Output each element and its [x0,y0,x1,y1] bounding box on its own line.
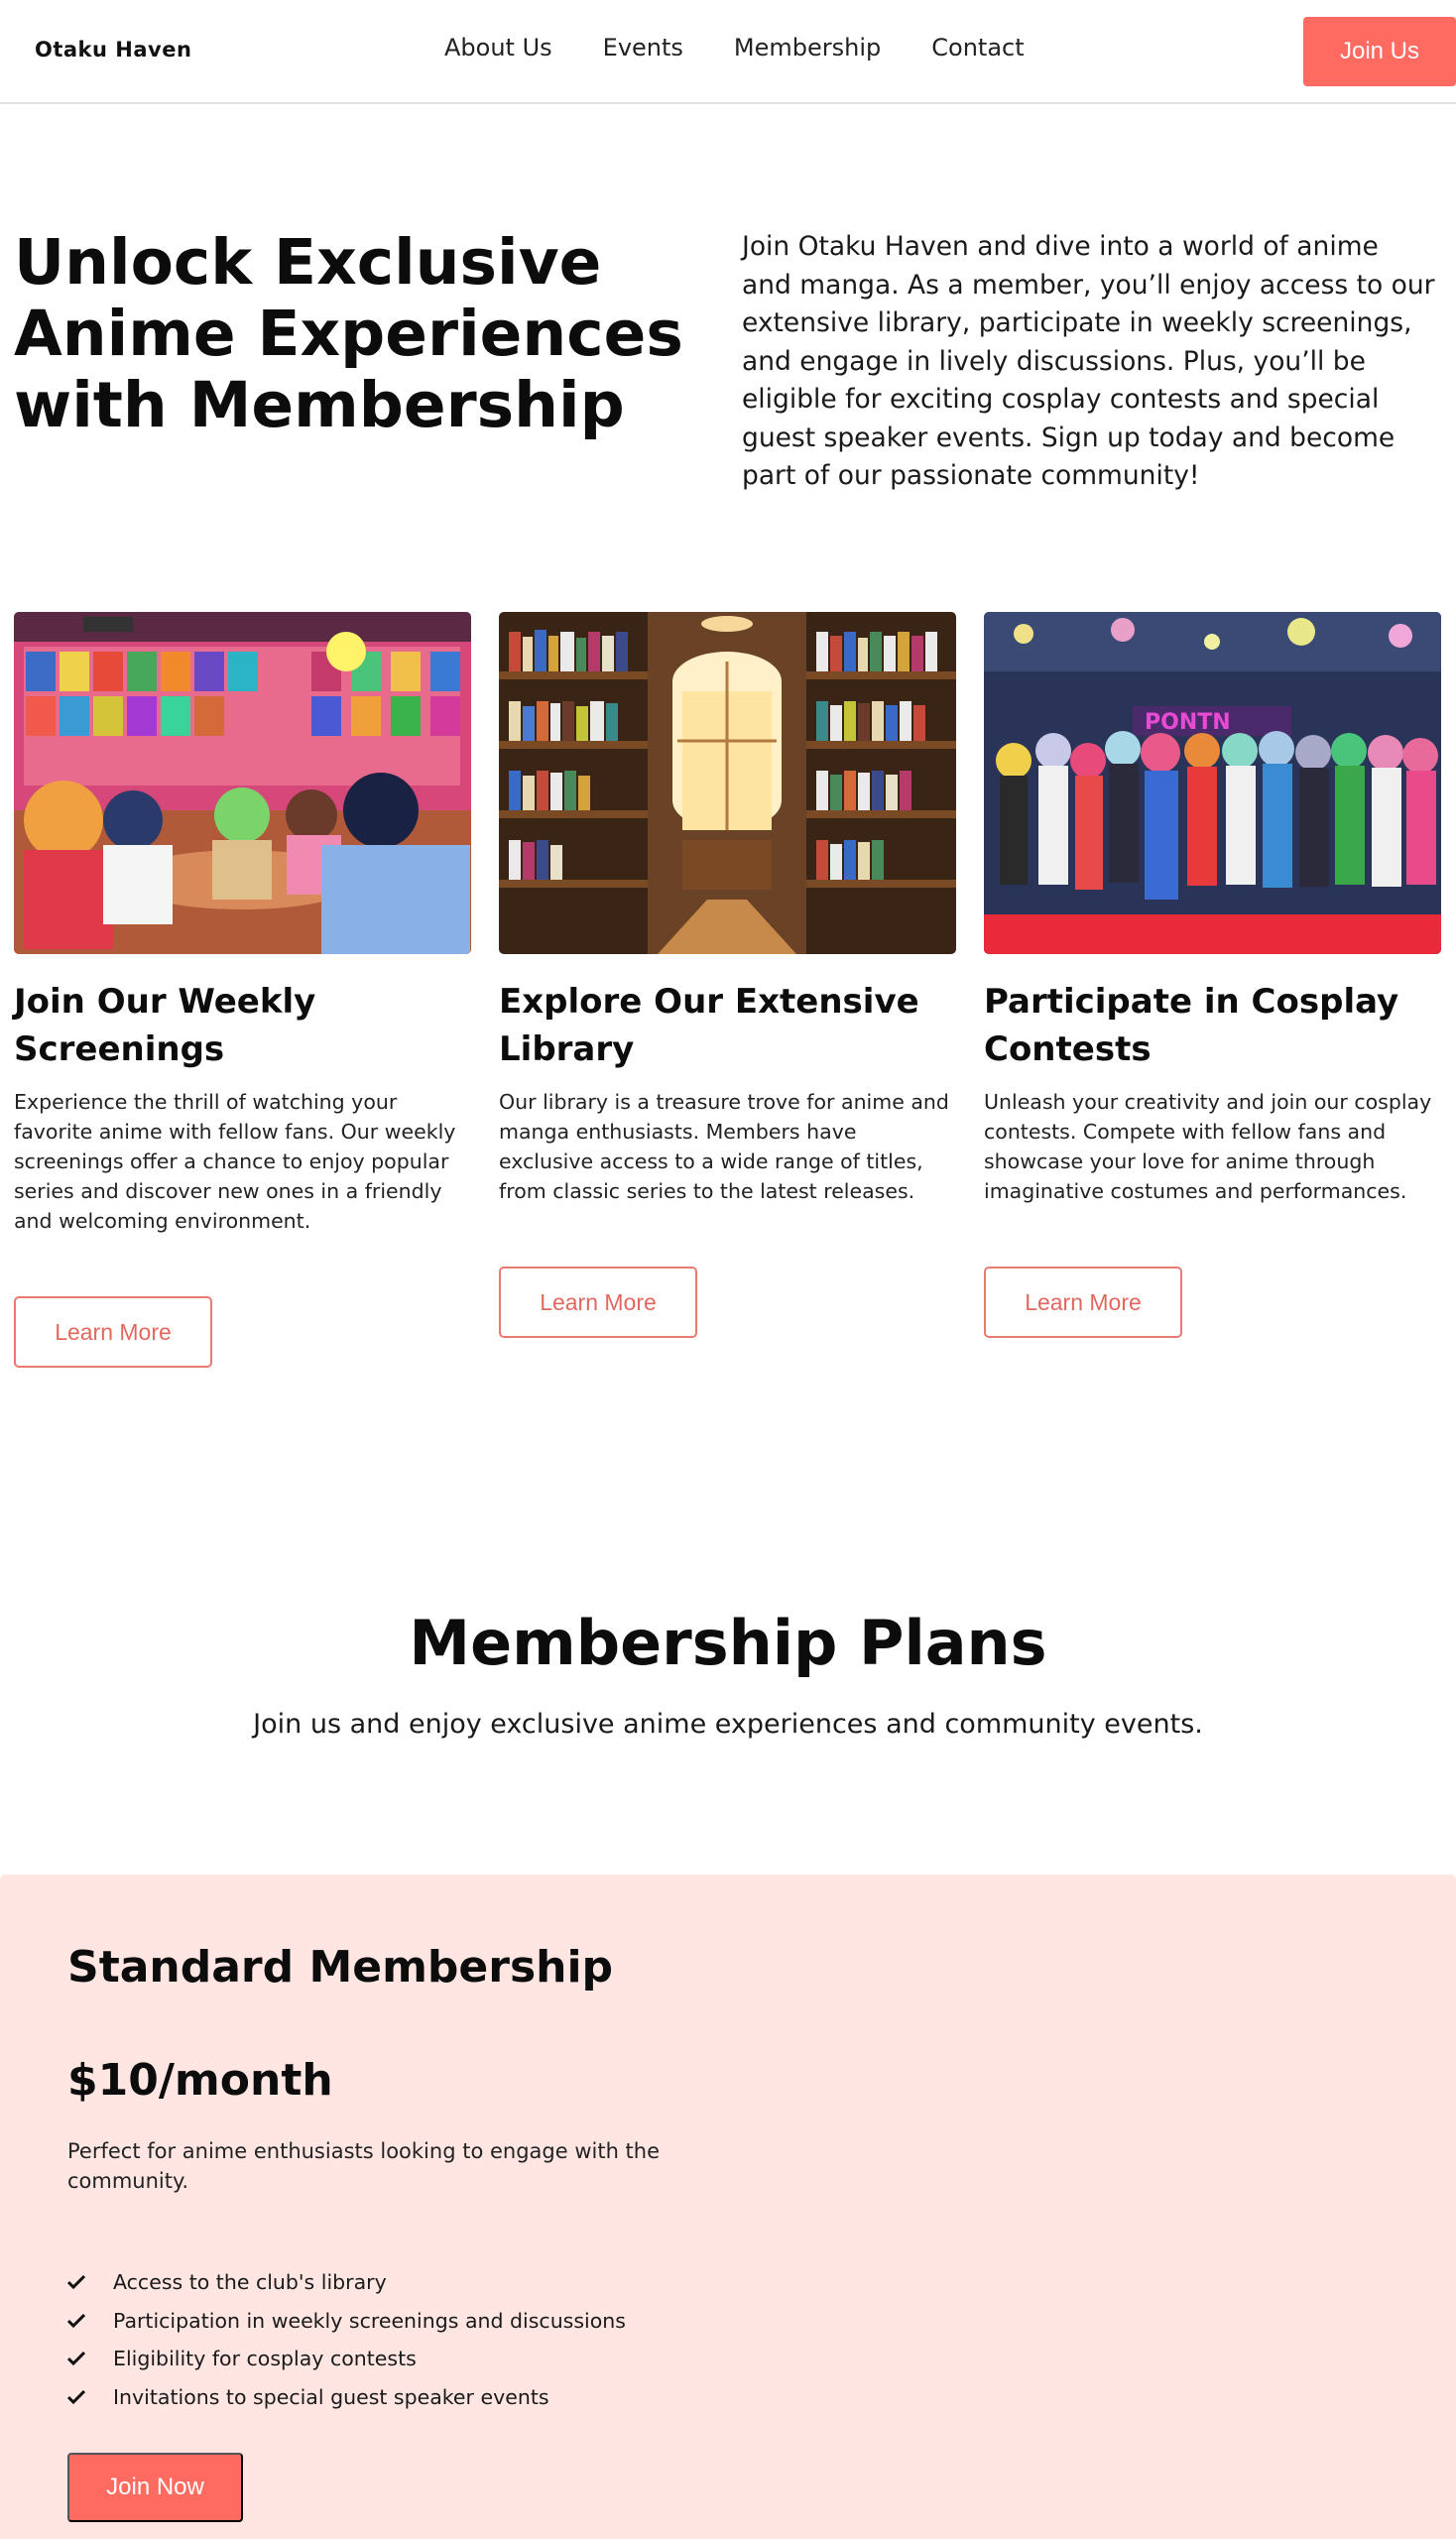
plan-price: $10/month [67,2055,333,2106]
feature-card-screenings: Join Our Weekly Screenings Experience th… [14,612,471,1236]
site-logo[interactable]: Otaku Haven [35,38,191,61]
nav-link-about[interactable]: About Us [444,34,552,61]
feature-card-cosplay: PONTN Participate in Cosplay Contests Un… [984,612,1441,1206]
standard-plan-card: Standard Membership $10/month Perfect fo… [0,1874,1456,2539]
svg-text:PONTN: PONTN [1145,710,1231,735]
nav-link-membership[interactable]: Membership [734,34,881,61]
plan-feature-text: Invitations to special guest speaker eve… [113,2384,549,2409]
card-description: Experience the thrill of watching your f… [14,1090,456,1233]
nav-link-contact[interactable]: Contact [931,34,1024,61]
checkmark-icon [67,2275,113,2290]
plan-feature-list: Access to the club's library Participati… [67,2263,626,2416]
checkmark-icon [67,2389,113,2404]
plan-feature-text: Participation in weekly screenings and d… [113,2308,626,2333]
card-title: Explore Our Extensive Library [499,982,919,1069]
plan-feature-item: Participation in weekly screenings and d… [67,2302,626,2341]
library-bookshelves-image [499,612,956,954]
nav-links: About Us Events Membership Contact [444,34,1025,61]
join-us-button[interactable]: Join Us [1303,17,1456,86]
plan-feature-text: Eligibility for cosplay contests [113,2347,417,2371]
learn-more-screenings-button[interactable]: Learn More [14,1296,212,1368]
hero-description: Join Otaku Haven and dive into a world o… [742,231,1435,491]
card-description: Our library is a treasure trove for anim… [499,1090,949,1203]
feature-card-library: Explore Our Extensive Library Our librar… [499,612,956,1206]
plans-title: Membership Plans [409,1607,1047,1679]
top-navbar: Otaku Haven About Us Events Membership C… [0,0,1456,104]
checkmark-icon [67,2313,113,2328]
learn-more-library-button[interactable]: Learn More [499,1267,697,1338]
plan-description: Perfect for anime enthusiasts looking to… [67,2139,661,2193]
plan-name: Standard Membership [67,1942,614,1993]
checkmark-icon [67,2352,113,2366]
nav-link-events[interactable]: Events [603,34,683,61]
plans-subtitle: Join us and enjoy exclusive anime experi… [253,1709,1203,1740]
card-description: Unleash your creativity and join our cos… [984,1090,1432,1203]
plan-feature-item: Access to the club's library [67,2263,626,2302]
learn-more-cosplay-button[interactable]: Learn More [984,1267,1182,1338]
cosplay-group-image: PONTN [984,612,1441,954]
plan-feature-item: Eligibility for cosplay contests [67,2340,626,2378]
plan-feature-item: Invitations to special guest speaker eve… [67,2378,626,2417]
plan-feature-text: Access to the club's library [113,2270,387,2295]
card-title: Participate in Cosplay Contests [984,982,1399,1069]
card-title: Join Our Weekly Screenings [14,982,316,1069]
join-now-button[interactable]: Join Now [67,2453,243,2522]
anime-screening-room-image [14,612,471,954]
hero-title: Unlock Exclusive Anime Experiences with … [14,226,683,441]
